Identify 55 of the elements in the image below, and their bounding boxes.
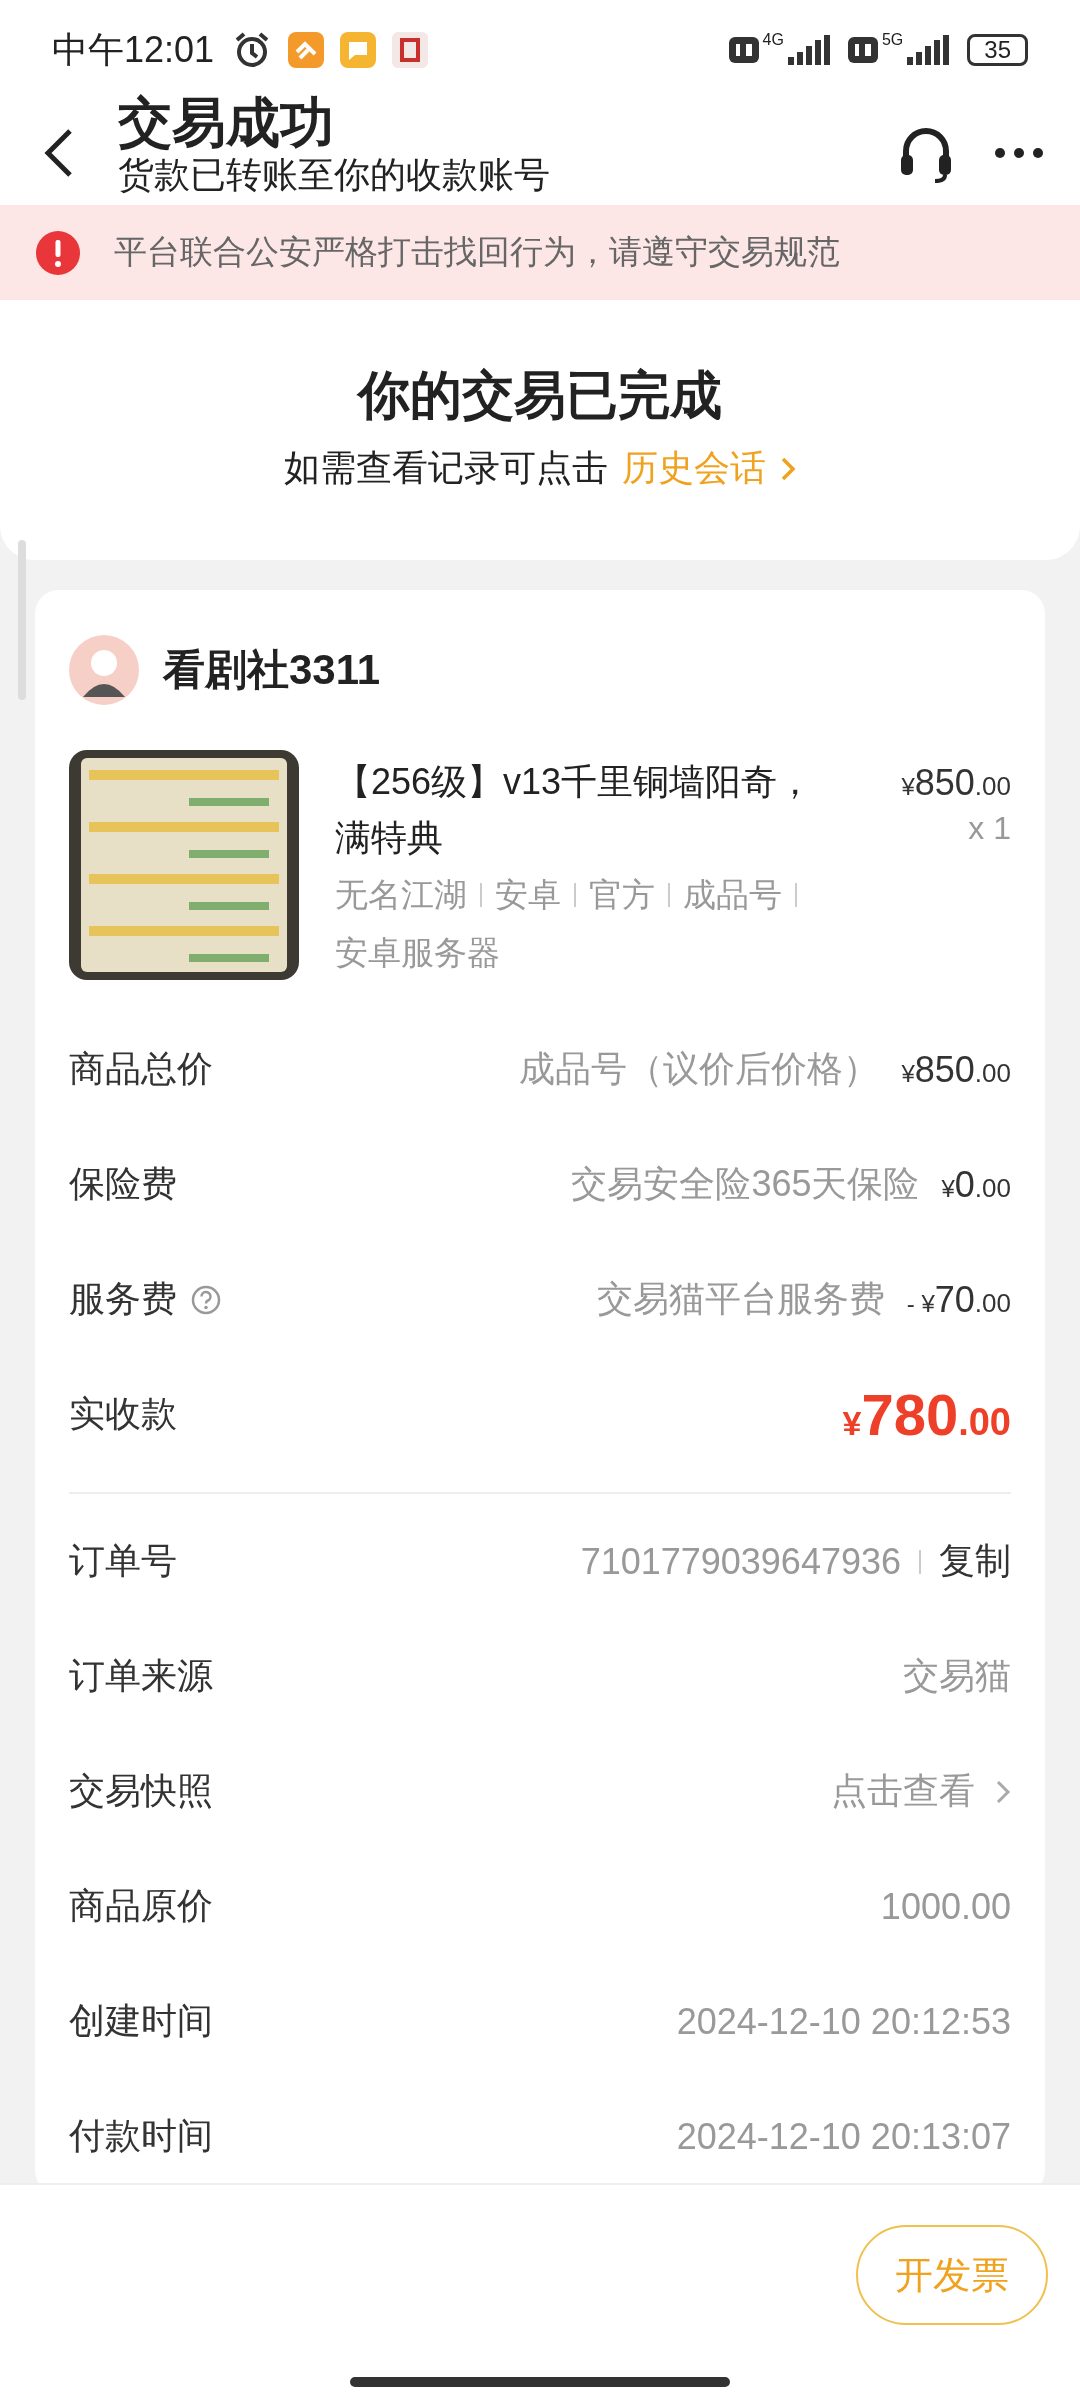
product-tag: 安卓服务器	[335, 924, 500, 982]
network-label: 5G	[881, 31, 904, 49]
network-label: 4G	[762, 31, 784, 49]
page-subtitle: 货款已转账至你的收款账号	[118, 152, 551, 197]
row-value: 1000.00	[880, 1885, 1011, 1928]
signal-icon	[907, 35, 952, 65]
amount-text: - ¥70.00	[906, 1278, 1011, 1321]
row-label: 订单号	[69, 1539, 177, 1583]
alert-text: 平台联合公安严格打击找回行为，请遵守交易规范	[114, 232, 840, 272]
row-note: 交易猫平台服务费	[596, 1277, 885, 1321]
status-title: 你的交易已完成	[358, 365, 722, 426]
order-number: 7101779039647936	[580, 1540, 901, 1583]
app-icon	[288, 32, 325, 68]
row-note: 交易安全险365天保险	[571, 1162, 920, 1206]
row-label: 交易快照	[69, 1769, 213, 1813]
home-indicator[interactable]	[350, 2377, 730, 2387]
product-tag: 无名江湖	[335, 866, 467, 924]
seller-name: 看剧社3311	[163, 645, 381, 695]
signal-icon	[787, 35, 832, 65]
row-label: 付款时间	[69, 2114, 213, 2158]
chevron-icon	[780, 455, 796, 482]
row-value: 2024-12-10 20:13:07	[676, 2115, 1011, 2158]
hint-text: 如需查看记录可点击	[284, 446, 608, 490]
row-label: 实收款	[69, 1392, 177, 1436]
product-tag: 成品号	[683, 866, 782, 924]
clock-time: 中午12:01	[52, 27, 215, 72]
row-value: 2024-12-10 20:12:53	[676, 2000, 1011, 2043]
chevron-icon	[995, 1778, 1011, 1805]
invoice-button[interactable]: 开发票	[856, 2225, 1048, 2325]
page-title: 交易成功	[118, 90, 335, 153]
row-value: 交易猫	[903, 1654, 1011, 1698]
more-icon	[994, 146, 1044, 159]
avatar	[69, 635, 139, 705]
row-label: 服务费	[69, 1277, 177, 1321]
app-icon	[340, 32, 377, 68]
copy-link[interactable]: 复制	[939, 1537, 1011, 1586]
product-tag: 官方	[589, 866, 655, 924]
snapshot-link[interactable]: 点击查看	[831, 1767, 1011, 1816]
amount-text: ¥850.00	[901, 1048, 1011, 1091]
warning-icon	[36, 230, 80, 275]
row-label: 创建时间	[69, 1999, 213, 2043]
quantity: x 1	[968, 810, 1011, 847]
product-title: 【256级】v13千里铜墙阳奇，满特典	[335, 760, 815, 860]
row-label: 商品总价	[69, 1047, 213, 1091]
row-note: 成品号（议价后价格）	[519, 1047, 880, 1091]
history-link[interactable]: 历史会话	[622, 444, 796, 493]
row-label: 保险费	[69, 1162, 177, 1206]
row-label: 订单来源	[69, 1654, 213, 1698]
product-tag: 安卓	[495, 866, 561, 924]
row-label: 商品原价	[69, 1884, 213, 1928]
app-icon	[392, 32, 429, 68]
battery-indicator: 35	[967, 34, 1028, 66]
total-amount: ¥780.00	[842, 1381, 1011, 1448]
product-price: ¥850.00	[901, 762, 1011, 804]
amount-text: ¥0.00	[941, 1163, 1011, 1206]
